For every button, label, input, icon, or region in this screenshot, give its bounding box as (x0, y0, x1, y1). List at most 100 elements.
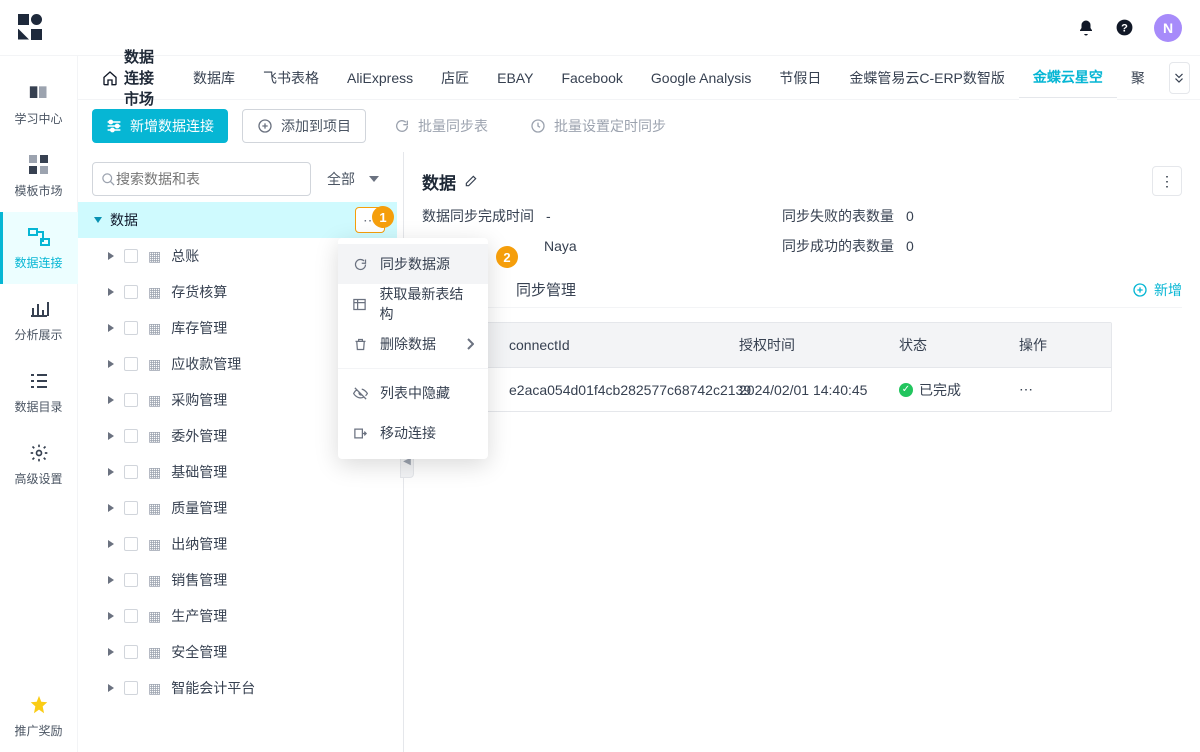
checkbox[interactable] (124, 321, 138, 335)
filter-select[interactable]: 全部 (317, 162, 389, 196)
tab-ga[interactable]: Google Analysis (637, 56, 765, 100)
bell-icon[interactable] (1077, 19, 1095, 37)
caret-right-icon (108, 288, 114, 296)
info-cell: 同步失败的表数量0 (782, 206, 1182, 226)
caret-right-icon (108, 504, 114, 512)
tab-kingdee-erp[interactable]: 金蝶管易云C-ERP数智版 (835, 56, 1019, 100)
checkbox[interactable] (124, 645, 138, 659)
table-header: 称 connectId 授权时间 状态 操作 (423, 323, 1111, 367)
tab-ebay[interactable]: EBAY (483, 56, 547, 100)
avatar[interactable]: N (1154, 14, 1182, 42)
rail-data-connection[interactable]: 数据连接 (0, 212, 78, 284)
table-icon: ▦ (148, 608, 161, 625)
search-icon (101, 172, 116, 187)
tree-node-label: 智能会计平台 (171, 678, 255, 698)
trash-icon (352, 337, 368, 352)
checkbox[interactable] (124, 357, 138, 371)
content-head: 数据 ⋮ (422, 166, 1182, 196)
ctx-move[interactable]: 移动连接 (338, 413, 488, 453)
tab-dianjiang[interactable]: 店匠 (427, 56, 483, 100)
tree-node[interactable]: ▦ 基础管理 (78, 454, 397, 490)
caret-right-icon (108, 324, 114, 332)
new-connection-button[interactable]: 新增数据连接 (92, 109, 228, 143)
checkbox[interactable] (124, 429, 138, 443)
add-link[interactable]: 新增 (1132, 280, 1182, 300)
checkbox[interactable] (124, 249, 138, 263)
rail-label: 数据连接 (14, 254, 62, 271)
main: 数据连接市场 数据库 飞书表格 AliExpress 店匠 EBAY Faceb… (78, 56, 1200, 752)
search-box[interactable] (92, 162, 311, 196)
tab-row: 数据连接市场 数据库 飞书表格 AliExpress 店匠 EBAY Faceb… (78, 56, 1200, 100)
tree-node-label: 安全管理 (171, 642, 227, 662)
checkbox[interactable] (124, 465, 138, 479)
checkbox[interactable] (124, 573, 138, 587)
content-title-text: 数据 (422, 169, 456, 194)
tree-node[interactable]: ▦生产管理 (78, 598, 397, 634)
info-grid: 数据同步完成时间- 同步失败的表数量0 管理员Naya 同步成功的表数量0 (422, 206, 1182, 256)
check-icon: ✓ (899, 383, 913, 397)
content-kebab[interactable]: ⋮ (1152, 166, 1182, 196)
tree-node-label: 基础管理 (171, 462, 227, 482)
double-chevron-down-icon (1172, 71, 1186, 85)
tree-node[interactable]: ▦质量管理 (78, 490, 397, 526)
tree-node[interactable]: ▦ 安全管理 (78, 634, 397, 670)
checkbox[interactable] (124, 501, 138, 515)
checkbox[interactable] (124, 609, 138, 623)
button-label: 批量设置定时同步 (554, 116, 666, 136)
caret-right-icon (108, 360, 114, 368)
tree-node[interactable]: ▦出纳管理 (78, 526, 397, 562)
button-label: 新增数据连接 (130, 116, 214, 136)
tree-node[interactable]: ▦ 智能会计平台 (78, 670, 397, 706)
rail-learning[interactable]: 学习中心 (0, 68, 78, 140)
content: 数据 ⋮ 数据同步完成时间- 同步失败的表数量0 管理员Naya 同步成功的表数… (404, 152, 1200, 752)
tree-root[interactable]: 数据 ⋯ (78, 202, 397, 238)
inner-tabs: 任务记录 同步管理 新增 (422, 272, 1182, 308)
table-icon: ▦ (148, 464, 161, 481)
ctx-label: 获取最新表结构 (379, 284, 474, 324)
add-to-project-button[interactable]: 添加到项目 (242, 109, 366, 143)
tab-facebook[interactable]: Facebook (547, 56, 636, 100)
ctx-hide[interactable]: 列表中隐藏 (338, 373, 488, 413)
tab-holiday[interactable]: 节假日 (765, 56, 835, 100)
batch-schedule-button[interactable]: 批量设置定时同步 (516, 109, 680, 143)
tree-node-label: 存货核算 (171, 282, 227, 302)
ctx-delete[interactable]: 删除数据 (338, 324, 488, 364)
inner-tab-sync[interactable]: 同步管理 (516, 272, 576, 308)
search-input[interactable] (116, 171, 302, 187)
help-icon[interactable]: ? (1115, 18, 1134, 37)
tab-feishu[interactable]: 飞书表格 (249, 56, 333, 100)
rail-templates[interactable]: 模板市场 (0, 140, 78, 212)
rail-catalog[interactable]: 数据目录 (0, 356, 78, 428)
ctx-refresh-schema[interactable]: 获取最新表结构 (338, 284, 488, 324)
rail-label: 学习中心 (14, 110, 62, 127)
svg-text:?: ? (1121, 22, 1128, 34)
caret-right-icon (108, 648, 114, 656)
tab-ju[interactable]: 聚 (1117, 56, 1159, 100)
table-row[interactable]: 连接 e2aca054d01f4cb282577c68742c2139 2024… (423, 367, 1111, 411)
caret-right-icon (108, 540, 114, 548)
context-menu: 同步数据源 获取最新表结构 删除数据 列表中隐藏 移动连接 (338, 238, 488, 459)
ctx-label: 删除数据 (380, 334, 436, 354)
batch-sync-button[interactable]: 批量同步表 (380, 109, 502, 143)
rail-advanced[interactable]: 高级设置 (0, 428, 78, 500)
tab-kingdee-cloud[interactable]: 金蝶云星空 (1019, 56, 1117, 100)
tab-database[interactable]: 数据库 (179, 56, 249, 100)
checkbox[interactable] (124, 285, 138, 299)
rail-label: 模板市场 (14, 182, 62, 199)
edit-icon[interactable] (464, 174, 478, 188)
tab-overflow[interactable] (1169, 62, 1190, 94)
ctx-sync-source[interactable]: 同步数据源 (338, 244, 488, 284)
rail-label: 分析展示 (14, 326, 62, 343)
table-icon: ▦ (148, 644, 161, 661)
tree-node[interactable]: ▦销售管理 (78, 562, 397, 598)
checkbox[interactable] (124, 537, 138, 551)
rail-analysis[interactable]: 分析展示 (0, 284, 78, 356)
table-icon: ▦ (148, 680, 161, 697)
checkbox[interactable] (124, 681, 138, 695)
row-status: ✓已完成 (899, 380, 1019, 400)
checkbox[interactable] (124, 393, 138, 407)
row-action[interactable]: ⋯ (1019, 381, 1087, 398)
rail-promo[interactable]: 推广奖励 (0, 680, 78, 752)
container: 学习中心 模板市场 数据连接 分析展示 数据目录 高级设置 推广奖励 (0, 56, 1200, 752)
tab-aliexpress[interactable]: AliExpress (333, 56, 427, 100)
